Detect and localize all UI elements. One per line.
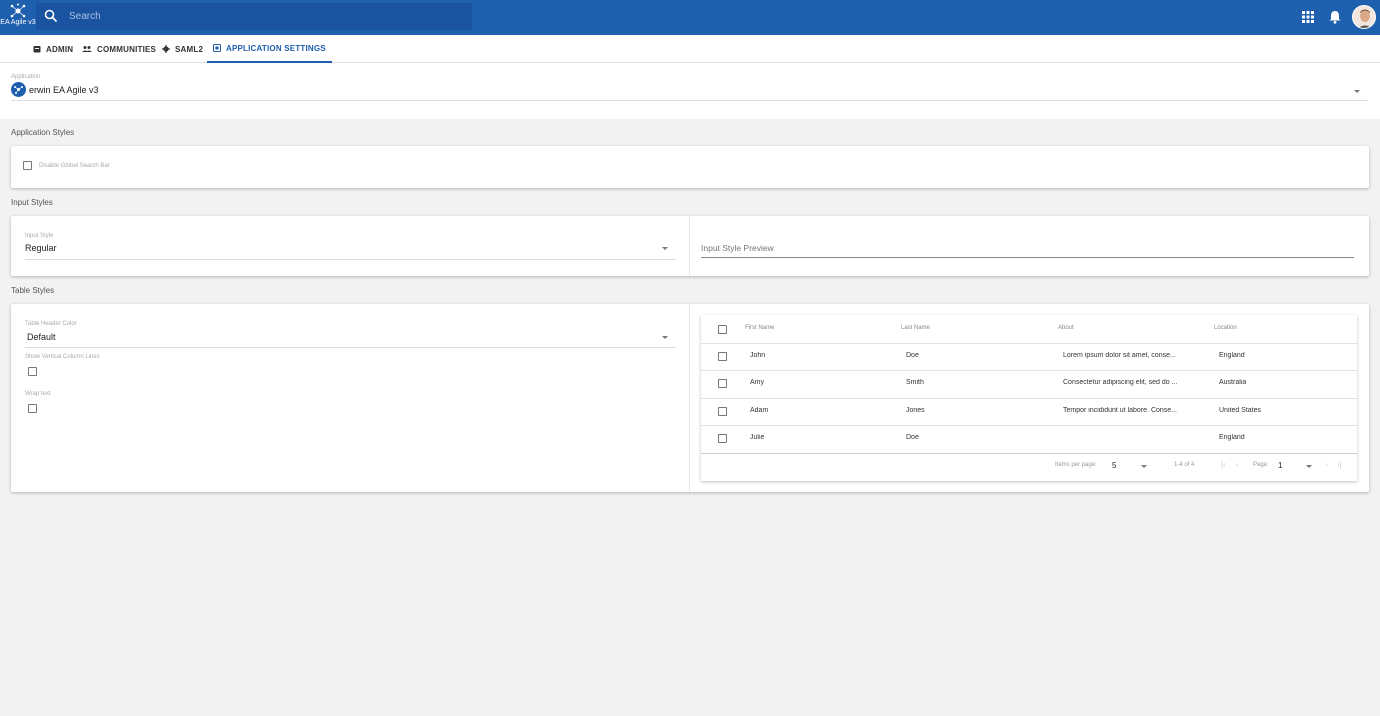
logo-text: EA Agile v3	[0, 19, 36, 26]
column-header-location[interactable]: Location	[1214, 325, 1237, 331]
app-logo[interactable]: EA Agile v3	[0, 0, 36, 35]
application-select-section: Application erwin EA Agile v3	[0, 63, 1380, 119]
input-style-preview-underline	[701, 257, 1354, 258]
top-bar: EA Agile v3	[0, 0, 1380, 35]
application-styles-card: Disable Global Search Bar	[11, 146, 1369, 188]
cell-last-name: Doe	[906, 352, 919, 359]
logo-network-icon	[10, 3, 26, 18]
settings-tab-bar: ADMIN COMMUNITIES SAML2 APPLICATION SETT…	[0, 35, 1380, 63]
cell-location: England	[1219, 434, 1245, 441]
tab-application-settings-label: APPLICATION SETTINGS	[226, 43, 326, 53]
disable-search-checkbox[interactable]	[23, 161, 32, 170]
disable-search-label: Disable Global Search Bar	[39, 163, 110, 169]
page-label: Page:	[1253, 462, 1269, 468]
input-style-field-label: Input Style	[25, 233, 54, 239]
next-page-icon[interactable]: ›	[1325, 460, 1328, 469]
notifications-bell-icon[interactable]	[1329, 10, 1341, 24]
column-header-first-name[interactable]: First Name	[745, 325, 774, 331]
row-checkbox[interactable]	[718, 434, 727, 443]
application-select[interactable]: erwin EA Agile v3	[11, 82, 99, 97]
cell-last-name: Jones	[906, 407, 925, 414]
items-per-page-label: Items per page:	[1055, 462, 1097, 468]
input-style-underline	[25, 259, 676, 260]
vertical-lines-label: Show Vertical Column Lines	[25, 354, 100, 360]
search-input[interactable]	[69, 3, 469, 30]
chevron-down-icon[interactable]	[1306, 465, 1312, 468]
input-styles-card: Input Style Regular Input Style Preview	[11, 216, 1369, 276]
row-divider	[701, 425, 1357, 426]
chevron-down-icon[interactable]	[662, 336, 668, 339]
cell-location: United States	[1219, 407, 1262, 414]
tab-communities-label: COMMUNITIES	[97, 44, 157, 54]
table-header-color-underline	[25, 347, 676, 348]
cell-last-name: Smith	[906, 379, 924, 386]
chevron-down-icon[interactable]	[662, 247, 668, 250]
table-header-color-label: Table Header Color	[25, 321, 77, 327]
row-divider	[701, 343, 1357, 344]
wrap-text-label: Wrap text	[25, 391, 51, 397]
apps-grid-icon[interactable]	[1302, 11, 1314, 23]
first-page-icon[interactable]: |‹	[1221, 460, 1226, 469]
chevron-down-icon[interactable]	[1354, 90, 1360, 93]
wrap-text-checkbox[interactable]	[28, 404, 37, 413]
column-header-last-name[interactable]: Last Name	[901, 325, 930, 331]
cell-about: Tempor incididunt ut labore. Conse...	[1063, 407, 1178, 414]
application-field-label: Application	[11, 74, 41, 80]
previous-page-icon[interactable]: ‹	[1236, 460, 1239, 469]
cell-first-name: Julie	[750, 434, 765, 441]
row-divider	[701, 398, 1357, 399]
erwin-app-icon	[11, 82, 26, 97]
gear-icon	[162, 45, 170, 53]
page-select[interactable]: 1	[1278, 461, 1282, 470]
settings-icon	[213, 44, 221, 52]
tab-saml2-label: SAML2	[175, 44, 204, 54]
search-icon[interactable]	[44, 9, 58, 23]
items-per-page-select[interactable]: 5	[1112, 461, 1116, 470]
cell-first-name: Amy	[750, 379, 764, 386]
input-styles-title: Input Styles	[11, 198, 53, 207]
vertical-lines-checkbox[interactable]	[28, 367, 37, 376]
people-icon	[82, 46, 92, 52]
application-select-value: erwin EA Agile v3	[29, 84, 99, 95]
tab-saml2[interactable]: SAML2	[162, 35, 203, 63]
column-header-about[interactable]: About	[1058, 325, 1074, 331]
row-checkbox[interactable]	[718, 379, 727, 388]
input-style-select[interactable]: Regular	[25, 243, 57, 253]
card-divider	[689, 216, 690, 276]
cell-last-name: Doe	[906, 434, 919, 441]
row-checkbox[interactable]	[718, 407, 727, 416]
admin-icon	[33, 46, 41, 53]
card-divider	[689, 304, 690, 492]
table-styles-card: Table Header Color Default Show Vertical…	[11, 304, 1369, 492]
cell-location: Australia	[1219, 379, 1247, 386]
input-style-preview-field[interactable]: Input Style Preview	[701, 243, 774, 253]
tab-communities[interactable]: COMMUNITIES	[82, 35, 156, 63]
cell-location: England	[1219, 352, 1245, 359]
cell-first-name: John	[750, 352, 766, 359]
global-search[interactable]	[36, 3, 472, 30]
application-styles-title: Application Styles	[11, 128, 75, 137]
cell-about: Consectetur adipiscing elit, sed do ...	[1063, 379, 1178, 386]
user-avatar[interactable]	[1352, 5, 1376, 29]
tab-application-settings[interactable]: APPLICATION SETTINGS	[207, 35, 332, 63]
chevron-down-icon[interactable]	[1141, 465, 1147, 468]
table-styles-title: Table Styles	[11, 286, 55, 295]
select-all-checkbox[interactable]	[718, 325, 727, 334]
range-label: 1-4 of 4	[1174, 462, 1195, 468]
table-header-color-select[interactable]: Default	[27, 332, 56, 342]
row-divider	[701, 453, 1357, 454]
cell-about: Lorem ipsum dolor sit amet, conse...	[1063, 352, 1176, 359]
last-page-icon[interactable]: ›|	[1337, 460, 1342, 469]
application-select-underline	[11, 100, 1368, 101]
row-checkbox[interactable]	[718, 352, 727, 361]
table-preview: First Name Last Name About Location John…	[701, 315, 1357, 481]
tab-admin-label: ADMIN	[46, 44, 74, 54]
row-divider	[701, 370, 1357, 371]
user-avatar-image	[1353, 6, 1375, 28]
cell-first-name: Adam	[750, 407, 769, 414]
tab-admin[interactable]: ADMIN	[33, 35, 73, 63]
